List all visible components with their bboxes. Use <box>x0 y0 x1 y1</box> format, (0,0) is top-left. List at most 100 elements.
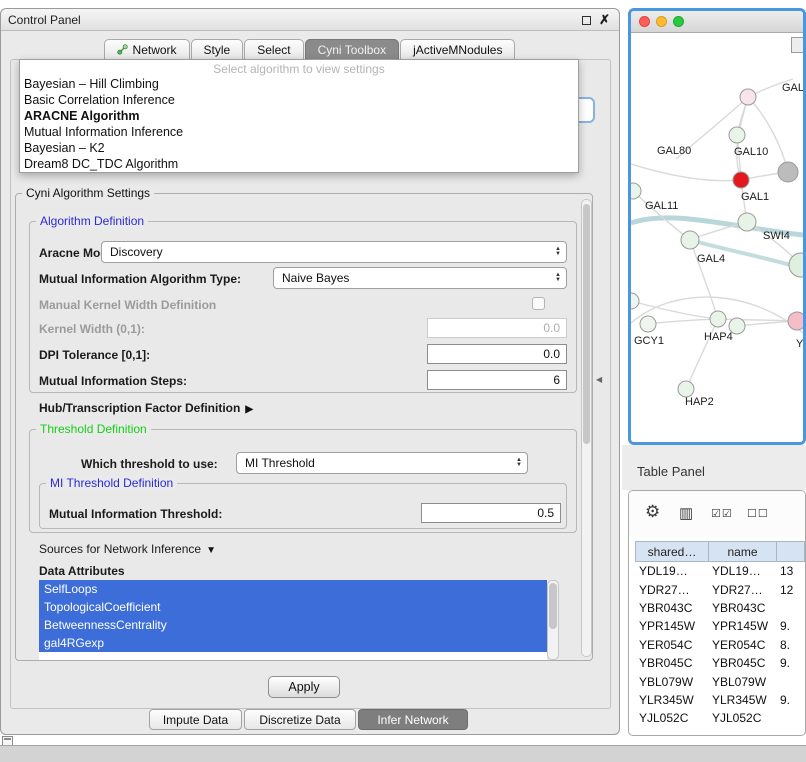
algorithm-option[interactable]: Basic Correlation Inference <box>20 92 578 108</box>
dpi-tolerance-label: DPI Tolerance [0,1]: <box>39 348 150 362</box>
network-node[interactable] <box>740 89 756 105</box>
algorithm-option[interactable]: ARACNE Algorithm <box>20 108 578 124</box>
table-row[interactable]: YBR043CYBR043C <box>635 599 805 617</box>
tab-impute-data[interactable]: Impute Data <box>149 709 242 730</box>
network-edge <box>631 164 741 181</box>
select-all-checkboxes-icon[interactable]: ☑☑ <box>711 507 733 520</box>
tab-select[interactable]: Select <box>244 39 303 60</box>
network-canvas[interactable]: GAL8GAL80GAL10GAL11GAL1SWI4GAL4GCY1HAP4H… <box>631 33 803 442</box>
network-node[interactable] <box>710 311 726 327</box>
table-row[interactable]: YLR345WYLR345W9. <box>635 691 805 709</box>
table-cell: YDR27… <box>708 583 776 597</box>
table-cell: YLR345W <box>708 693 776 707</box>
table-cell: YJL052C <box>635 711 708 725</box>
mi-steps-input[interactable] <box>427 370 567 390</box>
network-svg: GAL8GAL80GAL10GAL11GAL1SWI4GAL4GCY1HAP4H… <box>631 33 803 442</box>
network-icon <box>117 44 128 55</box>
column-header-shared-name[interactable]: shared… <box>635 541 708 562</box>
float-window-icon[interactable] <box>582 16 591 25</box>
table-row[interactable]: YBL079WYBL079W <box>635 672 805 690</box>
attribute-list-scrollbar[interactable] <box>547 580 559 660</box>
kernel-width-label: Kernel Width (0,1): <box>39 322 145 336</box>
tab-label: jActiveMNodules <box>413 43 502 57</box>
table-panel-title: Table Panel <box>637 464 705 479</box>
tab-discretize-data[interactable]: Discretize Data <box>244 709 356 730</box>
tab-cyni-toolbox[interactable]: Cyni Toolbox <box>305 39 399 60</box>
attribute-list-item[interactable]: gal4RGexp <box>39 634 547 652</box>
attribute-list-item[interactable]: SelfLoops <box>39 580 547 598</box>
table-cell: YBL079W <box>708 675 776 689</box>
aracne-mode-select[interactable]: Discovery ▲▼ <box>101 241 567 263</box>
table-row[interactable]: YER054CYER054C8. <box>635 636 805 654</box>
group-title-threshold-definition: Threshold Definition <box>36 422 151 436</box>
network-edge <box>748 97 788 172</box>
network-node[interactable] <box>738 213 756 231</box>
tab-jactivemnodules[interactable]: jActiveMNodules <box>400 39 515 60</box>
tab-label: Style <box>204 43 231 57</box>
table-row[interactable]: YJL052CYJL052C <box>635 709 805 727</box>
table-row[interactable]: YDR27…YDR27…12 <box>635 580 805 598</box>
data-attributes-list[interactable]: SelfLoopsTopologicalCoefficientBetweenne… <box>39 580 547 660</box>
table-panel-window: ⚙ ▥ ☑☑ ☐☐ shared… name YDL19…YDL19…13YDR… <box>628 490 806 736</box>
network-node-label: GCY1 <box>634 335 664 347</box>
deselect-all-checkboxes-icon[interactable]: ☐☐ <box>747 507 769 520</box>
data-attributes-label: Data Attributes <box>39 564 125 578</box>
group-title-cyni-settings: Cyni Algorithm Settings <box>22 186 154 200</box>
splitter-collapse-icon[interactable]: ◀ <box>596 375 602 384</box>
popup-placeholder: Select algorithm to view settings <box>20 60 578 76</box>
attribute-list-item[interactable]: TopologicalCoefficient <box>39 598 547 616</box>
mi-algorithm-type-select[interactable]: Naive Bayes ▲▼ <box>273 267 567 289</box>
minimize-traffic-light[interactable] <box>656 16 667 27</box>
network-edge <box>648 319 718 324</box>
manual-kernel-width-checkbox[interactable] <box>532 297 545 310</box>
table-cell: 9. <box>776 619 805 633</box>
tab-style[interactable]: Style <box>191 39 244 60</box>
close-traffic-light[interactable] <box>639 16 650 27</box>
network-node[interactable] <box>788 312 803 330</box>
collapse-down-icon: ▼ <box>206 545 216 556</box>
network-node-label: GAL10 <box>734 146 768 158</box>
network-node[interactable] <box>678 381 694 397</box>
zoom-traffic-light[interactable] <box>673 16 684 27</box>
close-icon[interactable]: ✗ <box>599 12 610 28</box>
column-header-clipped[interactable] <box>776 541 805 562</box>
combo-arrows-icon: ▲▼ <box>555 242 561 262</box>
table-cell: 9. <box>776 693 805 707</box>
algorithm-option[interactable]: Dream8 DC_TDC Algorithm <box>20 156 578 172</box>
attribute-list-item[interactable]: BetweennessCentrality <box>39 616 547 634</box>
network-edge <box>631 301 718 319</box>
columns-icon[interactable]: ▥ <box>679 504 693 522</box>
sources-for-network-inference-section[interactable]: Sources for Network Inference▼ <box>39 542 216 556</box>
network-edge <box>690 240 718 319</box>
algorithm-option[interactable]: Mutual Information Inference <box>20 124 578 140</box>
canvas-corner-widget <box>791 37 805 53</box>
column-header-name[interactable]: name <box>708 541 776 562</box>
mi-threshold-input[interactable] <box>421 503 561 523</box>
gear-icon[interactable]: ⚙ <box>645 502 660 522</box>
hub-transcription-factor-section[interactable]: Hub/Transcription Factor Definition▶ <box>39 401 253 415</box>
network-node-label: GAL80 <box>657 145 691 157</box>
network-node-label: HAP4 <box>704 331 733 343</box>
network-node[interactable] <box>778 162 798 182</box>
apply-button[interactable]: Apply <box>268 676 340 698</box>
which-threshold-select[interactable]: MI Threshold ▲▼ <box>236 452 528 474</box>
network-node[interactable] <box>733 172 749 188</box>
table-row[interactable]: YPR145WYPR145W9. <box>635 617 805 635</box>
network-node[interactable] <box>631 293 639 309</box>
algorithm-option[interactable]: Bayesian – Hill Climbing <box>20 76 578 92</box>
control-panel-title: Control Panel <box>8 13 81 27</box>
settings-scrollbar[interactable] <box>581 199 592 657</box>
network-window-titlebar[interactable] <box>631 11 803 33</box>
table-cell: 12 <box>776 583 805 597</box>
table-row[interactable]: YDL19…YDL19…13 <box>635 562 805 580</box>
tab-network[interactable]: Network <box>104 39 190 60</box>
network-node[interactable] <box>681 231 699 249</box>
network-node[interactable] <box>640 316 656 332</box>
mi-threshold-label: Mutual Information Threshold: <box>49 507 222 521</box>
algorithm-option[interactable]: Bayesian – K2 <box>20 140 578 156</box>
table-row[interactable]: YBR045CYBR045C9. <box>635 654 805 672</box>
network-node[interactable] <box>789 253 803 277</box>
tab-infer-network[interactable]: Infer Network <box>358 709 468 730</box>
network-node[interactable] <box>729 127 745 143</box>
dpi-tolerance-input[interactable] <box>427 344 567 364</box>
